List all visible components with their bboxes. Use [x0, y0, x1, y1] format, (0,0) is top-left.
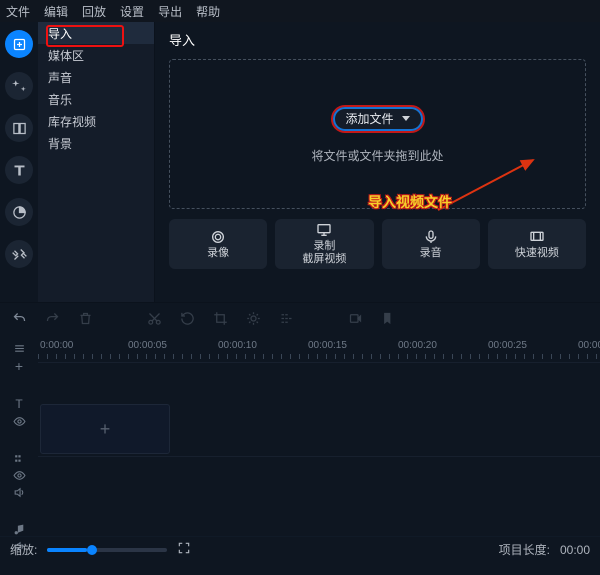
sidebar-item-import[interactable]: 导入 [38, 22, 154, 44]
menu-help[interactable]: 帮助 [196, 3, 220, 20]
sidebar-item-background[interactable]: 背景 [38, 132, 154, 154]
main-panel: 导入 添加文件 将文件或文件夹拖到此处 导入视频文件 录像 录制 截屏视频 [155, 22, 600, 302]
card-record-screen[interactable]: 录制 截屏视频 [275, 219, 373, 269]
monitor-icon [316, 222, 332, 238]
chevron-down-icon [402, 116, 410, 121]
crop-icon[interactable] [213, 311, 228, 329]
ruler-label: 0:00:00 [40, 340, 73, 351]
status-bar: 缩放: 项目长度: 00:00 [0, 536, 600, 562]
ruler-label: 00:00:10 [218, 340, 257, 351]
sidebar-item-sound[interactable]: 声音 [38, 66, 154, 88]
sidebar-item-label: 导入 [48, 25, 72, 42]
card-label: 快速视频 [515, 247, 559, 260]
sidebar-item-stock[interactable]: 库存视频 [38, 110, 154, 132]
fit-icon[interactable] [177, 541, 191, 558]
menu-export[interactable]: 导出 [158, 3, 182, 20]
sidebar-item-label: 背景 [48, 135, 72, 152]
ruler-label: 00:00:25 [488, 340, 527, 351]
panel-title: 导入 [169, 30, 586, 49]
film-icon [13, 452, 26, 465]
timeline: + T 0:00:00 00:00:05 00:00:10 00:00:15 0… [0, 336, 600, 536]
eye-icon [13, 415, 26, 428]
menu-settings[interactable]: 设置 [120, 3, 144, 20]
project-length-label: 项目长度: [499, 541, 550, 558]
card-label: 录音 [420, 247, 442, 260]
menu-edit[interactable]: 编辑 [44, 3, 68, 20]
timeline-toolbar [0, 302, 600, 336]
project-length-value: 00:00 [560, 543, 590, 557]
redo-icon[interactable] [45, 311, 60, 329]
card-label: 录制 截屏视频 [302, 240, 346, 265]
sidebar-item-label: 媒体区 [48, 47, 84, 64]
drop-hint: 将文件或文件夹拖到此处 [311, 147, 443, 164]
sidebar-item-music[interactable]: 音乐 [38, 88, 154, 110]
audio-track[interactable] [38, 456, 600, 496]
card-record-audio[interactable]: 录音 [382, 219, 480, 269]
undo-icon[interactable] [12, 311, 27, 329]
sidebar-item-label: 库存视频 [48, 113, 96, 130]
ruler-label: 00:00:05 [128, 340, 167, 351]
drop-zone[interactable]: 添加文件 将文件或文件夹拖到此处 [169, 59, 586, 209]
action-row: 录像 录制 截屏视频 录音 快速视频 [169, 219, 586, 269]
track-headers: + T [0, 336, 38, 536]
import-icon[interactable] [5, 30, 33, 58]
titles-icon[interactable] [5, 156, 33, 184]
ruler-label: 00:00:30 [578, 340, 600, 351]
marker-icon[interactable] [381, 311, 396, 329]
menubar: 文件 编辑 回放 设置 导出 帮助 [0, 0, 600, 22]
timeline-tracks[interactable]: 0:00:00 00:00:05 00:00:10 00:00:15 00:00… [38, 336, 600, 536]
rotate-icon[interactable] [180, 311, 195, 329]
add-files-button[interactable]: 添加文件 [331, 105, 425, 133]
add-track-icon[interactable]: + [13, 342, 26, 373]
zoom-slider[interactable] [47, 548, 167, 552]
title-track[interactable] [38, 362, 600, 402]
ruler-label: 00:00:15 [308, 340, 347, 351]
card-quick-video[interactable]: 快速视频 [488, 219, 586, 269]
zoom-label: 缩放: [10, 541, 37, 558]
speed-icon[interactable] [279, 311, 294, 329]
title-track-header[interactable]: T [13, 397, 26, 428]
add-files-label: 添加文件 [345, 110, 393, 127]
record-voiceover-icon[interactable] [348, 311, 363, 329]
video-track[interactable]: + [40, 404, 170, 454]
card-label: 录像 [207, 247, 229, 260]
video-track-header[interactable] [13, 452, 26, 499]
cut-icon[interactable] [147, 311, 162, 329]
sidebar-item-label: 声音 [48, 69, 72, 86]
tools-icon[interactable] [5, 240, 33, 268]
annotation-callout: 导入视频文件 [368, 192, 452, 212]
effects-icon[interactable] [5, 72, 33, 100]
camera-icon [210, 229, 226, 245]
tool-column [0, 22, 38, 302]
eye-icon [13, 469, 26, 482]
slideshow-icon [529, 229, 545, 245]
delete-icon[interactable] [78, 311, 93, 329]
transitions-icon[interactable] [5, 114, 33, 142]
side-panel: 导入 媒体区 声音 音乐 库存视频 背景 [38, 22, 155, 302]
music-icon [13, 523, 26, 536]
time-ruler[interactable]: 0:00:00 00:00:05 00:00:10 00:00:15 00:00… [38, 340, 600, 362]
card-record-camera[interactable]: 录像 [169, 219, 267, 269]
sidebar-item-media[interactable]: 媒体区 [38, 44, 154, 66]
sidebar-item-label: 音乐 [48, 91, 72, 108]
microphone-icon [423, 229, 439, 245]
ruler-label: 00:00:20 [398, 340, 437, 351]
stickers-icon[interactable] [5, 198, 33, 226]
menu-file[interactable]: 文件 [6, 3, 30, 20]
color-icon[interactable] [246, 311, 261, 329]
menu-playback[interactable]: 回放 [82, 3, 106, 20]
speaker-icon [13, 486, 26, 499]
